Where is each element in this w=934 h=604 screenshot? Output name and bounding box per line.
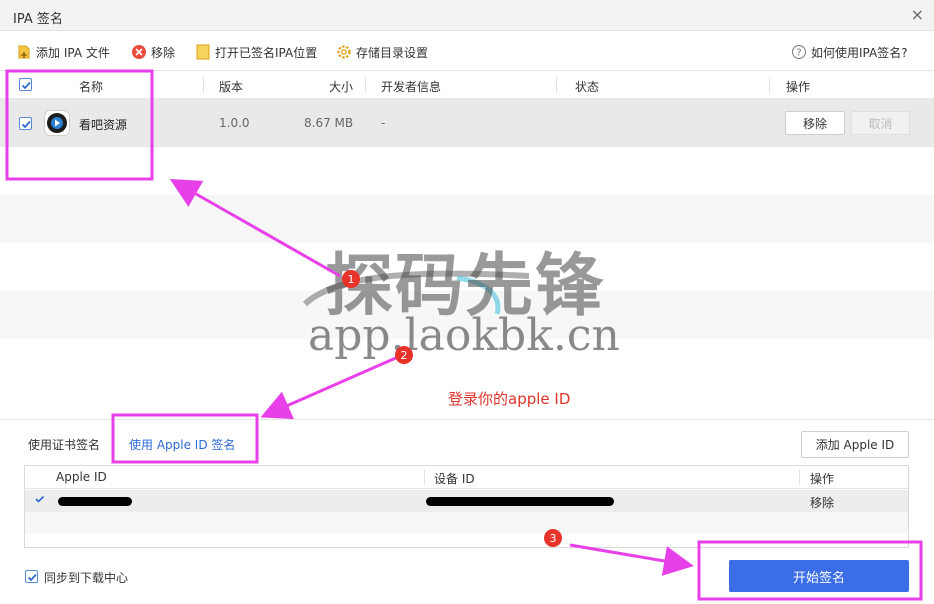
column-action: 操作: [786, 80, 811, 94]
row-checkbox[interactable]: [19, 117, 32, 130]
app-size: 8.67 MB: [304, 116, 354, 130]
open-signed-label: 打开已签名IPA位置: [215, 45, 318, 60]
column-divider: [556, 77, 557, 93]
row-cancel-button: 取消: [851, 111, 910, 135]
table-row[interactable]: 看吧资源 1.0.0 8.67 MB - 移除 取消: [0, 99, 934, 147]
app-icon: [44, 110, 70, 136]
watermark-url: app.laokbk.cn: [308, 310, 620, 361]
column-apple-id: Apple ID: [56, 470, 107, 484]
column-divider: [365, 77, 366, 93]
start-sign-button[interactable]: 开始签名: [729, 560, 909, 592]
apple-id-table: Apple ID 设备 ID 操作 移除: [24, 465, 909, 548]
toolbar: 添加 IPA 文件 移除 打开已签名IPA位置 存储目录设置 ? 如何使用IPA…: [0, 31, 934, 71]
apple-id-table-header: Apple ID 设备 ID 操作: [25, 466, 908, 489]
column-status: 状态: [575, 80, 600, 94]
selected-check-icon: [34, 493, 46, 508]
panel-divider: [0, 419, 934, 420]
toolbar-remove-button[interactable]: 移除: [131, 43, 175, 61]
tab-apple-id-sign[interactable]: 使用 Apple ID 签名: [129, 436, 235, 453]
row-remove-button[interactable]: 移除: [785, 111, 845, 135]
apple-id-redacted: [58, 497, 132, 506]
app-version: 1.0.0: [219, 116, 250, 130]
sync-checkbox[interactable]: [25, 570, 38, 583]
column-device-id: 设备 ID: [434, 472, 475, 486]
storage-settings-button[interactable]: 存储目录设置: [336, 43, 428, 61]
gear-icon: [336, 44, 352, 60]
column-name: 名称: [79, 80, 104, 94]
column-apple-action: 操作: [810, 472, 835, 486]
storage-settings-label: 存储目录设置: [356, 45, 429, 60]
instruction-text: 登录你的apple ID: [448, 390, 571, 408]
help-link[interactable]: ? 如何使用IPA签名?: [791, 43, 908, 61]
window-title: IPA 签名: [13, 12, 63, 27]
column-divider: [424, 469, 425, 485]
remove-icon: [131, 44, 147, 60]
column-size: 大小: [329, 80, 354, 94]
sync-label: 同步到下载中心: [44, 571, 129, 585]
app-name: 看吧资源: [79, 118, 128, 132]
empty-row: [0, 147, 934, 195]
help-icon: ?: [791, 44, 807, 60]
add-apple-id-button[interactable]: 添加 Apple ID: [801, 431, 909, 458]
file-table-header: 名称 版本 大小 开发者信息 状态 操作: [0, 71, 934, 99]
column-developer: 开发者信息: [381, 80, 442, 94]
column-divider: [799, 469, 800, 485]
arrow-3: [569, 543, 694, 576]
add-ipa-button[interactable]: 添加 IPA 文件: [16, 43, 110, 61]
add-file-icon: [16, 44, 32, 60]
device-id-redacted: [426, 497, 614, 506]
apple-id-row[interactable]: 移除: [25, 490, 908, 512]
app-developer: -: [381, 116, 386, 130]
select-all-checkbox[interactable]: [19, 78, 32, 91]
folder-icon: [195, 44, 211, 60]
column-divider: [769, 77, 770, 93]
remove-label: 移除: [151, 45, 176, 60]
column-version: 版本: [219, 80, 244, 94]
title-bar: IPA 签名 ×: [0, 0, 934, 31]
column-divider: [203, 77, 204, 93]
empty-row: [25, 512, 908, 534]
apple-id-remove-button[interactable]: 移除: [810, 494, 834, 511]
add-ipa-label: 添加 IPA 文件: [36, 45, 110, 60]
open-signed-folder-button[interactable]: 打开已签名IPA位置: [195, 43, 317, 61]
svg-text:?: ?: [796, 48, 801, 59]
help-label: 如何使用IPA签名?: [811, 45, 908, 60]
tab-cert-sign[interactable]: 使用证书签名: [28, 436, 100, 453]
close-icon[interactable]: ×: [911, 5, 924, 24]
